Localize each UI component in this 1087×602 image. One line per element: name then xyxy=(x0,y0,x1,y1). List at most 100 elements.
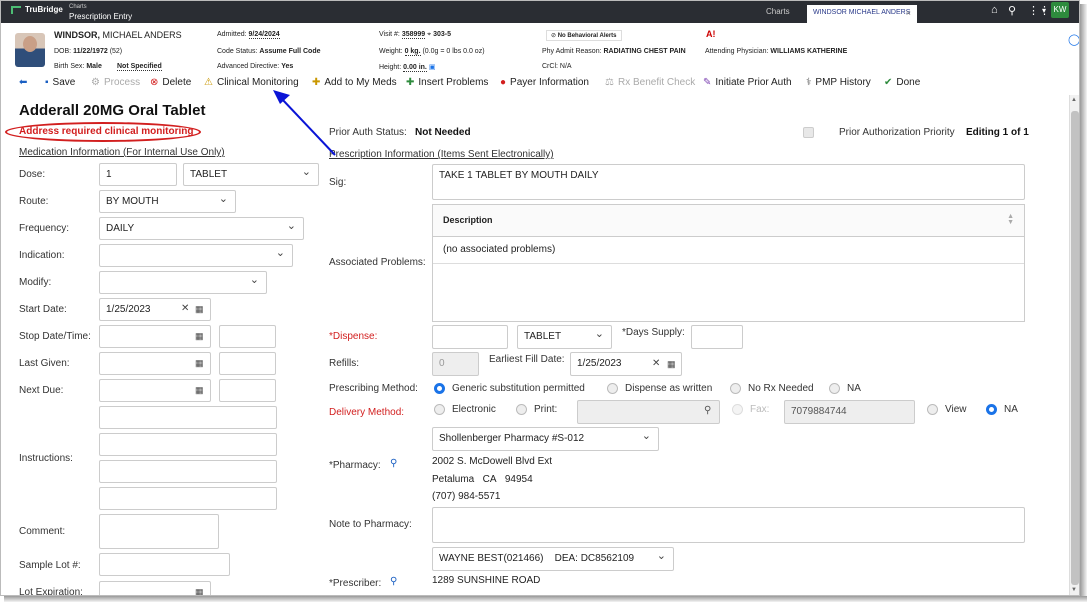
instructions-line-3[interactable] xyxy=(99,460,277,483)
pmp-history-button[interactable]: ⚕ PMP History xyxy=(806,77,871,88)
radio-delivery-na-label[interactable]: NA xyxy=(1004,404,1018,415)
indication-select[interactable] xyxy=(99,244,293,267)
scrollbar-thumb[interactable] xyxy=(1071,111,1079,585)
radio-print[interactable] xyxy=(516,404,527,415)
radio-fax[interactable] xyxy=(732,404,743,415)
patient-sex: Birth Sex: Male xyxy=(54,63,102,70)
payer-information-button[interactable]: ● Payer Information xyxy=(500,77,589,88)
radio-electronic-label[interactable]: Electronic xyxy=(452,404,496,415)
sig-input[interactable]: TAKE 1 TABLET BY MOUTH DAILY xyxy=(432,164,1025,200)
earliest-fill-input[interactable]: 1/25/2023 xyxy=(570,352,682,376)
clinical-monitoring-button[interactable]: ⚠ Clinical Monitoring xyxy=(204,77,299,88)
patient-gender[interactable]: Not Specified xyxy=(117,63,162,71)
modify-select[interactable] xyxy=(99,271,267,294)
calendar-icon[interactable]: ▦ xyxy=(195,587,204,595)
done-button[interactable]: ✔ Done xyxy=(884,77,920,88)
radio-daw-label[interactable]: Dispense as written xyxy=(625,383,712,394)
prescriber-search-icon[interactable]: ⚲ xyxy=(390,576,397,587)
radio-view[interactable] xyxy=(927,404,938,415)
add-to-my-meds-button[interactable]: ✚ Add to My Meds xyxy=(312,77,397,88)
sample-lot-input[interactable] xyxy=(99,553,230,576)
dispense-label: *Dispense: xyxy=(329,331,378,342)
radio-generic-label[interactable]: Generic substitution permitted xyxy=(452,383,585,394)
pharmacy-search-icon[interactable]: ⚲ xyxy=(390,458,397,469)
clinical-monitoring-warning[interactable]: Address required clinical monitoring xyxy=(19,126,193,137)
insert-problems-button[interactable]: ✚ Insert Problems xyxy=(406,77,488,88)
search-icon[interactable]: ⚲ xyxy=(704,405,711,416)
dose-input[interactable]: 1 xyxy=(99,163,177,186)
radio-method-na-label[interactable]: NA xyxy=(847,383,861,394)
visit-value: 358999 xyxy=(401,31,426,39)
close-tab-icon[interactable]: × xyxy=(906,8,911,18)
stop-time-input[interactable] xyxy=(219,325,276,348)
dispense-quantity-input[interactable] xyxy=(432,325,508,349)
back-arrow-icon[interactable]: ⬅ xyxy=(19,77,27,88)
radio-print-label[interactable]: Print: xyxy=(534,404,557,415)
sort-icon[interactable]: ▲ ▼ xyxy=(1007,213,1014,226)
radio-view-label[interactable]: View xyxy=(945,404,967,415)
comment-input[interactable] xyxy=(99,514,219,549)
check-icon: ✔ xyxy=(884,77,893,88)
instructions-line-1[interactable] xyxy=(99,406,277,429)
breadcrumb-parent[interactable]: Charts xyxy=(69,3,132,12)
camera-icon[interactable]: ▣ xyxy=(429,64,436,71)
room-value: 303-5 xyxy=(433,31,451,38)
calendar-icon[interactable]: ▦ xyxy=(195,385,204,396)
prior-auth-priority-checkbox[interactable] xyxy=(803,127,814,138)
frequency-select[interactable]: DAILY xyxy=(99,217,304,240)
calendar-icon[interactable]: ▦ xyxy=(195,304,204,315)
radio-fax-label[interactable]: Fax: xyxy=(750,404,769,415)
chat-icon[interactable]: ◯ xyxy=(1068,33,1079,46)
last-given-time-input[interactable] xyxy=(219,352,276,375)
refills-input[interactable]: 0 xyxy=(432,352,479,376)
clear-fill-date-icon[interactable]: ✕ xyxy=(652,358,660,369)
process-label: Process xyxy=(103,77,141,88)
pharmacy-select[interactable]: Shollenberger Pharmacy #S-012 xyxy=(432,427,659,451)
radio-electronic[interactable] xyxy=(434,404,445,415)
fax-number-input[interactable]: 7079884744 xyxy=(784,400,915,424)
radio-no-rx-label[interactable]: No Rx Needed xyxy=(748,383,814,394)
instructions-line-4[interactable] xyxy=(99,487,277,510)
radio-generic[interactable] xyxy=(434,383,445,394)
calendar-icon[interactable]: ▦ xyxy=(667,359,676,370)
initiate-prior-auth-button[interactable]: ✎ Initiate Prior Auth xyxy=(703,77,792,88)
calendar-icon[interactable]: ▦ xyxy=(195,358,204,369)
user-avatar[interactable]: KW xyxy=(1051,2,1069,18)
home-icon[interactable]: ⌂ xyxy=(991,4,998,16)
next-due-time-input[interactable] xyxy=(219,379,276,402)
note-to-pharmacy-input[interactable] xyxy=(432,507,1025,543)
radio-daw[interactable] xyxy=(607,383,618,394)
radio-delivery-na[interactable] xyxy=(986,404,997,415)
behavioral-alert-badge[interactable]: ⊘ No Behavioral Alerts xyxy=(546,30,622,41)
code-status: Code Status: Assume Full Code xyxy=(217,48,321,55)
dispense-unit-select[interactable]: TABLET xyxy=(517,325,612,349)
scroll-down-arrow-icon[interactable]: ▼ xyxy=(1071,587,1077,593)
dose-unit-select[interactable]: TABLET xyxy=(183,163,319,186)
tab-charts[interactable]: Charts xyxy=(766,7,790,16)
process-button[interactable]: ⚙ Process xyxy=(91,77,140,88)
radio-method-na[interactable] xyxy=(829,383,840,394)
description-column-header[interactable]: Description ▲ ▼ xyxy=(433,205,1024,237)
scroll-up-arrow-icon[interactable]: ▲ xyxy=(1071,97,1077,103)
delete-button[interactable]: ⊗ Delete xyxy=(150,77,191,88)
rx-benefit-check-button[interactable]: ⚖ Rx Benefit Check xyxy=(605,77,695,88)
calendar-icon[interactable]: ▦ xyxy=(195,331,204,342)
apps-grid-icon[interactable]: ⋮⋮ xyxy=(1028,4,1050,17)
save-button[interactable]: ▪ Save xyxy=(45,77,75,88)
printer-select[interactable] xyxy=(577,400,720,424)
prescriber-select[interactable]: WAYNE BEST(021466) DEA: DC8562109 xyxy=(432,547,674,571)
payer-label: Payer Information xyxy=(510,77,589,88)
insert-problems-icon: ✚ xyxy=(406,77,415,88)
tab-patient[interactable]: WINDSOR MICHAEL ANDERS × xyxy=(807,5,917,23)
instructions-line-2[interactable] xyxy=(99,433,277,456)
medication-title: Adderall 20MG Oral Tablet xyxy=(19,102,206,119)
crcl-label: CrCl: xyxy=(542,63,558,70)
days-supply-input[interactable] xyxy=(691,325,743,349)
radio-no-rx[interactable] xyxy=(730,383,741,394)
clear-start-date-icon[interactable]: ✕ xyxy=(181,303,189,314)
allergy-alert-icon[interactable]: A! xyxy=(706,29,716,39)
prior-auth-icon: ✎ xyxy=(703,77,712,88)
route-select[interactable]: BY MOUTH xyxy=(99,190,236,213)
dropdown-icon[interactable]: ▾ xyxy=(1042,6,1046,15)
search-icon[interactable]: ⚲ xyxy=(1008,4,1016,17)
